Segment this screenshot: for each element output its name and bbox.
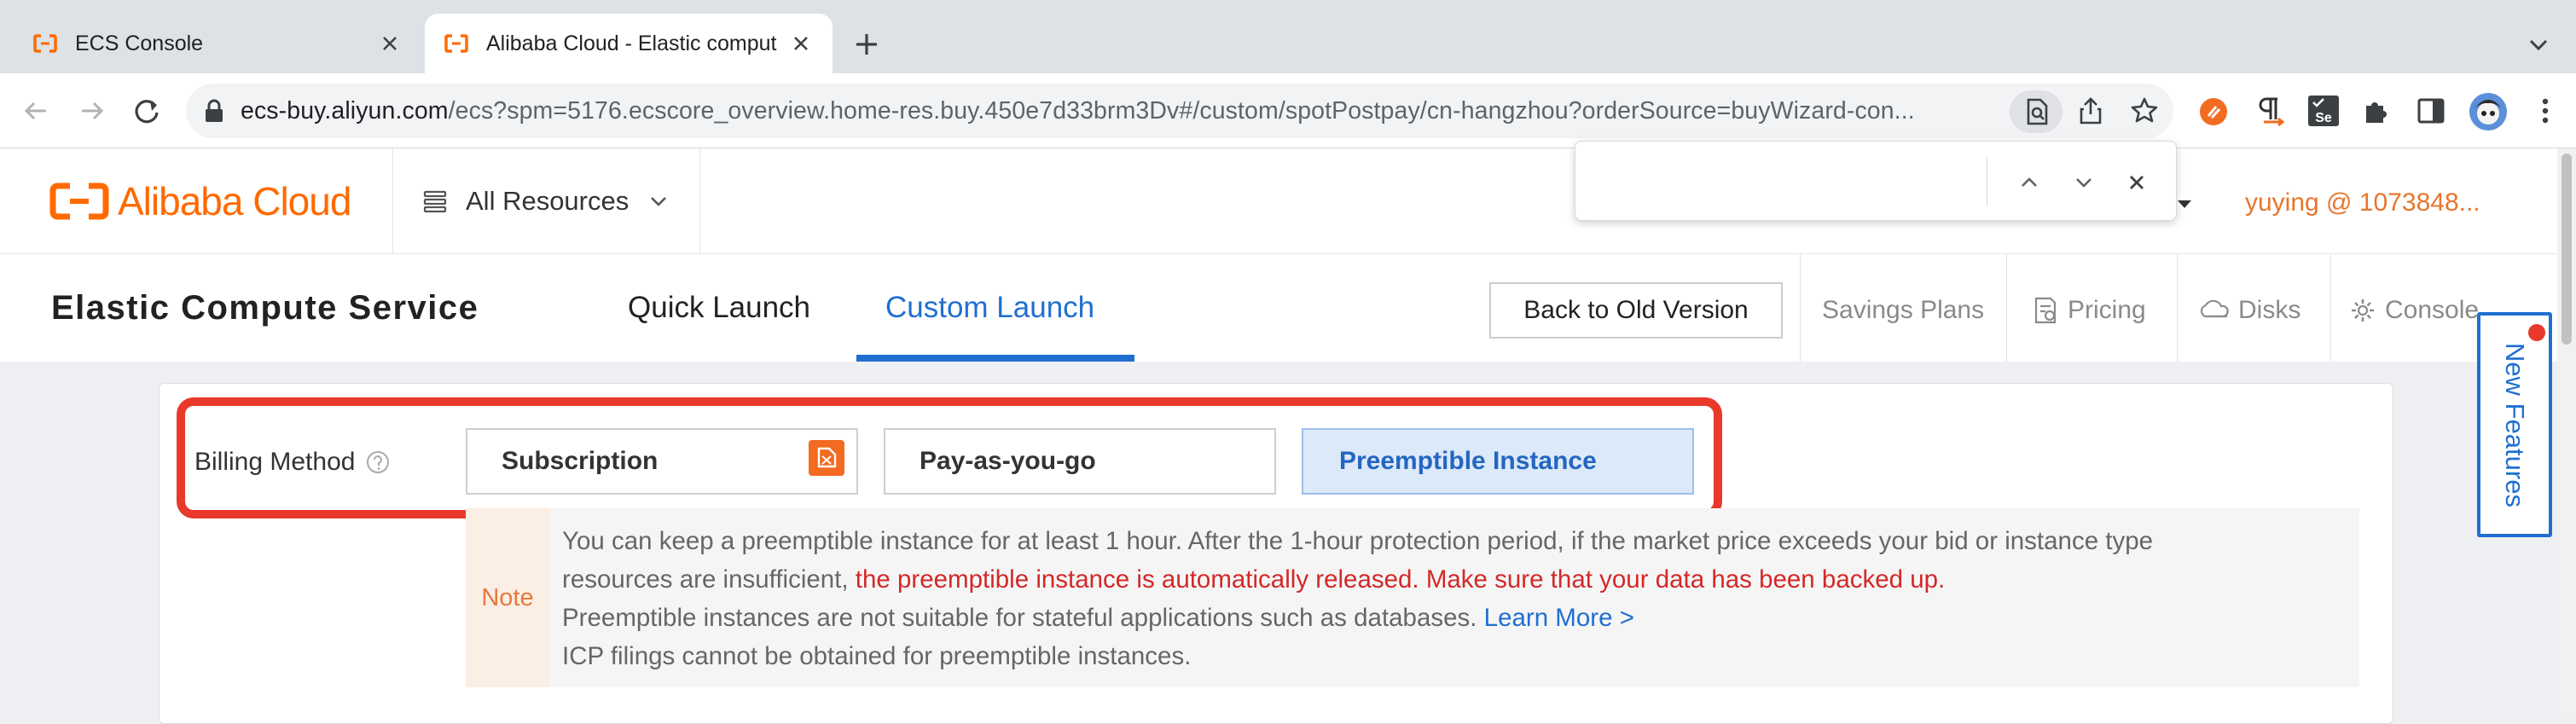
pricing-label: Pricing <box>2068 296 2146 324</box>
browser-tab-ecs-console[interactable]: ECS Console <box>0 14 421 73</box>
user-account-menu[interactable]: yuying @ 1073848... <box>2245 179 2480 227</box>
disks-link[interactable]: Disks <box>2197 287 2300 334</box>
find-document-icon <box>2027 98 2048 125</box>
disks-label: Disks <box>2238 296 2301 324</box>
forward-arrow-icon[interactable] <box>75 94 109 128</box>
svg-text:Se: Se <box>2315 111 2332 125</box>
browser-tab-title: ECS Console <box>75 31 204 55</box>
learn-more-link[interactable]: Learn More > <box>1484 604 1634 632</box>
browser-tab-title: Alibaba Cloud - Elastic comput <box>486 31 777 55</box>
extension-orange-icon[interactable] <box>2197 96 2230 128</box>
close-tab-icon[interactable] <box>377 31 403 56</box>
selenium-extension-icon[interactable]: Se <box>2306 94 2341 128</box>
find-in-page-bar <box>1575 141 2177 221</box>
browser-menu-icon[interactable] <box>2528 94 2562 128</box>
header-divider <box>392 148 393 254</box>
bookmark-star-icon[interactable] <box>2129 96 2160 126</box>
note-warning-text: the preemptible instance is automaticall… <box>855 565 1946 594</box>
header-divider <box>2177 254 2178 362</box>
header-divider <box>2006 254 2007 362</box>
address-url: ecs-buy.aliyun.com/ecs?spm=5176.ecscore_… <box>241 84 1915 138</box>
alibaba-cloud-favicon-icon <box>444 34 468 53</box>
tab-custom-launch-label: Custom Launch <box>885 291 1095 324</box>
url-host: ecs-buy.aliyun.com <box>241 97 449 125</box>
chevron-down-icon[interactable] <box>2070 169 2097 196</box>
tab-search-chevron-icon[interactable] <box>2525 31 2552 58</box>
note-line-plain: Preemptible instances are not suitable f… <box>562 604 1484 632</box>
console-label: Console <box>2385 296 2480 324</box>
find-input[interactable] <box>1593 157 1937 206</box>
pricing-link[interactable]: Pricing <box>2032 287 2146 334</box>
note-text: You can keep a preemptible instance for … <box>562 522 2353 675</box>
active-tab-indicator <box>856 355 1134 362</box>
note-line-plain: resources are insufficient, <box>562 565 856 594</box>
back-to-old-version-button[interactable]: Back to Old Version <box>1489 282 1783 339</box>
header-divider <box>2330 254 2331 362</box>
back-arrow-icon[interactable] <box>19 94 53 128</box>
all-resources-dropdown[interactable]: All Resources <box>421 176 670 227</box>
reload-icon[interactable] <box>130 94 164 128</box>
tab-quick-launch[interactable]: Quick Launch <box>628 254 810 362</box>
alibaba-cloud-favicon-icon <box>33 34 57 53</box>
cloud-disk-icon <box>2200 299 2229 318</box>
new-features-label: New Features <box>2500 342 2530 507</box>
note-tag: Note <box>466 508 549 687</box>
note-line: ICP filings cannot be obtained for preem… <box>562 642 1192 670</box>
side-panel-icon[interactable] <box>2416 96 2446 126</box>
profile-avatar-icon[interactable] <box>2469 92 2508 131</box>
new-features-label-wrap: New Features <box>2477 312 2552 537</box>
lock-icon[interactable] <box>201 97 227 125</box>
new-tab-icon[interactable] <box>850 27 884 61</box>
header-divider <box>1800 254 1801 362</box>
logo-text: Alibaba Cloud <box>118 179 351 223</box>
highlight-annotation-box <box>177 397 1722 518</box>
caret-down-icon[interactable] <box>2175 194 2194 213</box>
savings-plans-label: Savings Plans <box>1822 296 1985 324</box>
notification-dot <box>2528 324 2545 341</box>
close-icon[interactable] <box>2123 169 2150 196</box>
savings-plans-link[interactable]: Savings Plans <box>1822 287 1984 334</box>
extensions-puzzle-icon[interactable] <box>2359 94 2393 128</box>
note-tag-label: Note <box>481 583 534 611</box>
tab-quick-launch-label: Quick Launch <box>628 291 811 324</box>
share-icon[interactable] <box>2076 96 2105 126</box>
alibaba-cloud-logo[interactable]: Alibaba Cloud <box>49 176 351 227</box>
browser-tab-alibaba-cloud[interactable]: Alibaba Cloud - Elastic comput <box>425 14 833 73</box>
note-line: resources are insufficient, the preempti… <box>562 560 2353 599</box>
page-title: Elastic Compute Service <box>51 289 479 327</box>
gear-icon <box>2352 299 2374 321</box>
alibaba-cloud-logo-icon <box>49 182 109 220</box>
all-resources-label: All Resources <box>466 186 629 216</box>
note-line: You can keep a preemptible instance for … <box>562 527 2154 555</box>
chevron-up-icon[interactable] <box>2016 169 2043 196</box>
stack-list-icon <box>423 190 447 213</box>
console-link[interactable]: Console <box>2349 287 2479 334</box>
url-path: /ecs?spm=5176.ecscore_overview.home-res.… <box>448 97 1915 125</box>
tab-custom-launch[interactable]: Custom Launch <box>885 254 1094 362</box>
chevron-down-icon <box>651 197 667 206</box>
note-line: Preemptible instances are not suitable f… <box>562 599 2353 637</box>
pilcrow-extension-icon[interactable] <box>2252 94 2286 128</box>
close-tab-icon[interactable] <box>788 31 814 56</box>
header-divider <box>699 148 700 254</box>
scrollbar-thumb[interactable] <box>2561 153 2572 345</box>
price-document-icon <box>2034 297 2057 324</box>
